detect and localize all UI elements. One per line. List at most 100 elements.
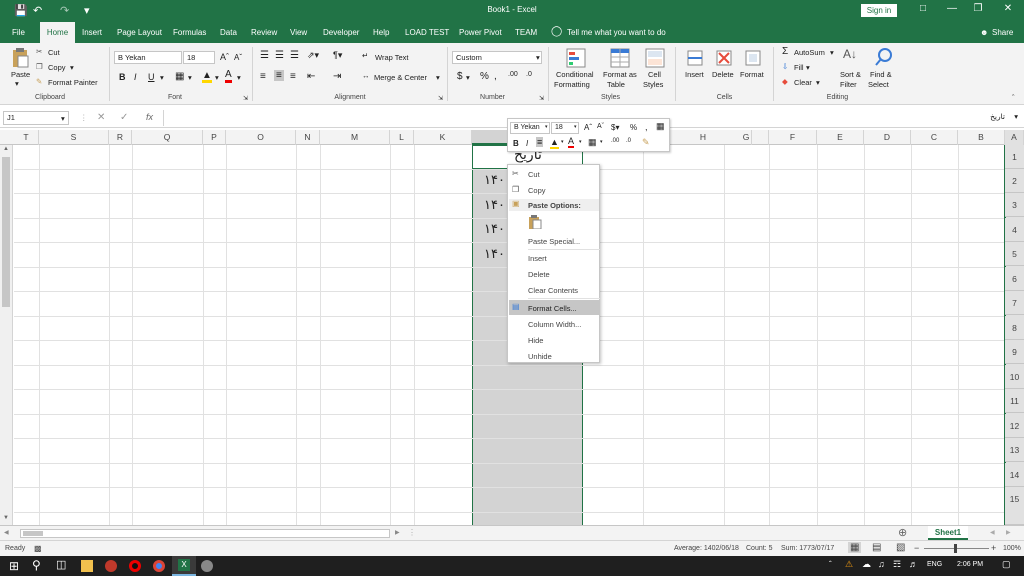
menu-item-hide[interactable]: Hide — [528, 336, 543, 345]
currency-icon[interactable]: $ — [457, 71, 463, 82]
column-header[interactable]: E — [817, 130, 864, 145]
tab-formulas[interactable]: Formulas — [173, 28, 206, 37]
ribbon-display-icon[interactable]: □ — [913, 3, 933, 14]
scroll-thumb[interactable] — [23, 531, 43, 536]
vertical-scrollbar[interactable]: ▲ ▼ — [0, 145, 13, 525]
scroll-thumb[interactable] — [2, 157, 10, 307]
record-app-icon[interactable] — [129, 560, 141, 572]
file-explorer-icon[interactable] — [81, 560, 93, 572]
mini-fill-dropdown-icon[interactable]: ▾ — [561, 139, 564, 145]
font-name-select[interactable]: B Yekan — [114, 51, 182, 64]
tab-help[interactable]: Help — [373, 28, 389, 37]
wrap-text-button[interactable]: Wrap Text — [375, 53, 409, 62]
volume-icon[interactable]: ♬ — [909, 559, 918, 569]
format-as-table-button[interactable]: Format as — [603, 70, 637, 79]
increase-indent-icon[interactable]: ⇥ — [333, 71, 341, 82]
borders-dropdown-icon[interactable]: ▾ — [188, 73, 192, 82]
format-painter-button[interactable]: Format Painter — [48, 78, 98, 87]
zoom-slider-thumb[interactable] — [954, 544, 957, 553]
orientation-icon[interactable]: ⇗▾ — [307, 50, 319, 61]
underline-icon[interactable]: U — [148, 72, 155, 82]
align-right-icon[interactable]: ≡ — [290, 71, 296, 82]
tray-overflow-icon[interactable]: ˆ — [829, 560, 832, 569]
menu-item-clear-contents[interactable]: Clear Contents — [528, 286, 578, 295]
cancel-icon[interactable]: ✕ — [97, 112, 105, 123]
menu-item-format-cells[interactable]: Format Cells... — [528, 304, 577, 313]
fill-color-dropdown-icon[interactable]: ▾ — [215, 73, 219, 82]
share-icon[interactable]: ☻ — [980, 28, 988, 37]
row-header[interactable]: 1 — [1005, 145, 1024, 169]
rtl-icon[interactable]: ¶▾ — [333, 50, 342, 61]
row-header[interactable]: 8 — [1005, 316, 1024, 340]
number-format-select[interactable]: Custom — [452, 51, 542, 64]
copy-button[interactable]: Copy — [48, 63, 66, 72]
cut-button[interactable]: Cut — [48, 48, 60, 57]
menu-item-paste-special[interactable]: Paste Special... — [528, 237, 580, 246]
network-icon[interactable]: ☶ — [893, 559, 901, 570]
alignment-dialog-launcher-icon[interactable]: ⇲ — [438, 95, 443, 102]
enter-icon[interactable]: ✓ — [120, 112, 128, 123]
windows-start-icon[interactable]: ⊞ — [9, 559, 19, 573]
column-header[interactable]: T — [14, 130, 39, 145]
row-header[interactable]: 11 — [1005, 389, 1024, 413]
select-all-corner[interactable] — [0, 130, 14, 145]
tab-page-layout[interactable]: Page Layout — [117, 28, 162, 37]
insert-cells-button[interactable]: Insert — [685, 70, 704, 79]
number-format-dropdown-icon[interactable]: ▾ — [536, 53, 540, 62]
tray-warning-icon[interactable]: ⚠ — [845, 559, 853, 570]
mini-size-dropdown-icon[interactable]: ▾ — [574, 124, 577, 130]
borders-icon[interactable]: ▦ — [175, 71, 184, 82]
increase-font-icon[interactable]: Aˆ — [220, 52, 229, 62]
name-box-dropdown-icon[interactable]: ▾ — [61, 114, 65, 123]
tab-team[interactable]: TEAM — [515, 28, 537, 37]
copy-dropdown-icon[interactable]: ▾ — [70, 63, 74, 72]
page-break-view-icon[interactable]: ▧ — [896, 542, 905, 553]
conditional-formatting-button[interactable]: Conditional — [556, 70, 594, 79]
paste-button[interactable]: Paste — [11, 70, 30, 79]
excel-taskbar-button[interactable]: X — [172, 556, 196, 576]
column-header[interactable]: M — [320, 130, 390, 145]
column-header[interactable]: N — [296, 130, 320, 145]
mini-fill-color-icon[interactable]: ▲ — [550, 137, 559, 149]
minimize-icon[interactable]: — — [942, 3, 962, 14]
zoom-out-icon[interactable]: − — [914, 543, 919, 553]
decrease-decimal-icon[interactable]: .0 — [526, 71, 532, 78]
fill-dropdown-icon[interactable]: ▾ — [806, 63, 810, 72]
merge-center-button[interactable]: Merge & Center — [374, 73, 427, 82]
column-header[interactable]: S — [39, 130, 109, 145]
cell-styles-button[interactable]: Cell — [648, 70, 661, 79]
column-header[interactable]: C — [911, 130, 958, 145]
scroll-up-icon[interactable]: ▲ — [3, 146, 9, 152]
column-header[interactable]: G — [724, 130, 769, 145]
currency-dropdown-icon[interactable]: ▾ — [466, 73, 470, 82]
page-layout-view-icon[interactable]: ▤ — [872, 542, 881, 553]
tab-load-test[interactable]: LOAD TEST — [405, 28, 449, 37]
task-view-icon[interactable]: ◫ — [56, 558, 66, 571]
mini-borders-icon[interactable]: ▦ — [588, 137, 597, 148]
zoom-level[interactable]: 100% — [1003, 545, 1021, 552]
mini-decrease-font-icon[interactable]: Aˇ — [597, 123, 604, 130]
row-header[interactable]: 15 — [1005, 487, 1024, 525]
tab-home[interactable]: Home — [40, 22, 75, 43]
column-header[interactable]: P — [203, 130, 226, 145]
app-icon-red[interactable] — [105, 560, 117, 572]
mini-format-painter-icon[interactable]: ✎ — [642, 137, 650, 148]
bold-icon[interactable]: B — [119, 72, 126, 82]
row-header[interactable]: 14 — [1005, 463, 1024, 487]
tab-insert[interactable]: Insert — [82, 28, 102, 37]
mini-increase-font-icon[interactable]: Aˆ — [584, 123, 592, 132]
align-middle-icon[interactable]: ☰ — [275, 50, 284, 61]
tab-file[interactable]: File — [12, 28, 25, 37]
paste-dropdown-icon[interactable]: ▾ — [15, 79, 19, 88]
prev-sheet-icon[interactable]: ◀ — [990, 529, 995, 536]
clock[interactable]: 2:06 PM — [957, 561, 983, 568]
collapse-ribbon-icon[interactable]: ˆ — [1012, 93, 1015, 102]
mini-italic-icon[interactable]: I — [526, 139, 528, 148]
align-top-icon[interactable]: ☰ — [260, 50, 269, 61]
autosum-dropdown-icon[interactable]: ▾ — [830, 48, 834, 57]
column-header[interactable]: D — [864, 130, 911, 145]
clear-button[interactable]: Clear — [794, 78, 812, 87]
tray-cloud-icon[interactable]: ☁ — [862, 559, 871, 570]
mini-font-color-icon[interactable]: A — [568, 136, 575, 148]
microphone-icon[interactable]: ♫ — [878, 559, 885, 569]
